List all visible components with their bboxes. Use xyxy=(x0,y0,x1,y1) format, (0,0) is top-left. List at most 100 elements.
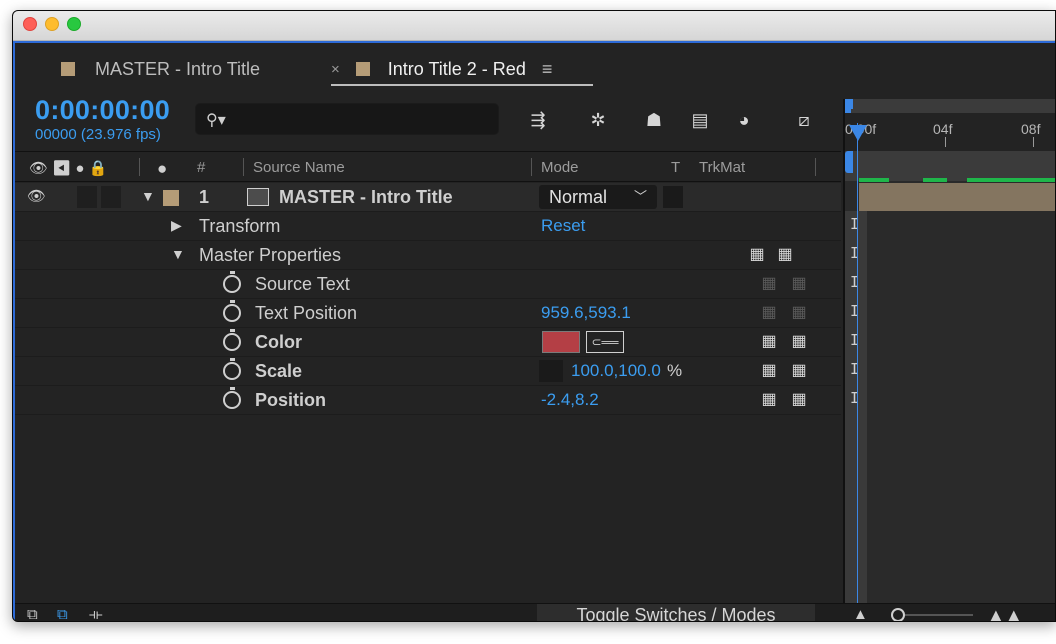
tab-label: Intro Title 2 - Red xyxy=(387,58,526,79)
work-area-bar[interactable] xyxy=(845,99,1055,113)
cti-top-marker xyxy=(847,99,853,109)
minimize-window-button[interactable] xyxy=(45,17,59,31)
expand-arrow-icon[interactable]: ▼ xyxy=(141,188,155,204)
push-icon[interactable]: ▦ xyxy=(759,361,779,381)
expand-arrow-icon[interactable]: ▼ xyxy=(171,246,185,262)
property-label: Position xyxy=(255,390,326,410)
cache-indicator xyxy=(923,178,947,182)
layer-name[interactable]: MASTER - Intro Title xyxy=(279,187,453,208)
blend-mode-select[interactable]: Normal ﹀ xyxy=(539,185,657,209)
property-label: Source Text xyxy=(255,274,350,294)
zoom-out-icon[interactable]: ▲ xyxy=(853,604,868,621)
timeline-panel: MASTER - Intro Title × Intro Title 2 - R… xyxy=(13,41,1055,621)
pull-icon[interactable]: ▦ xyxy=(789,332,809,352)
keyframe-column: I I I I I I I xyxy=(845,211,867,603)
property-color[interactable]: Color ⊂══ ▦ ▦ xyxy=(15,328,841,357)
push-icon: ▦ xyxy=(761,275,777,292)
search-field[interactable]: ⚲▾ xyxy=(195,103,499,135)
stopwatch-icon[interactable] xyxy=(223,358,241,380)
property-group-master[interactable]: ▼ Master Properties ▦ ▦ xyxy=(15,241,841,270)
property-text-position[interactable]: Text Position 959.6,593.1 ▦ ▦ xyxy=(15,299,841,328)
property-label: Transform xyxy=(199,216,281,236)
time-ruler[interactable]: 0:00f 04f 08f xyxy=(845,113,1055,151)
property-label: Scale xyxy=(255,361,303,381)
ae-window: MASTER - Intro Title × Intro Title 2 - R… xyxy=(12,10,1056,622)
in-out-icon[interactable]: ⟛ xyxy=(89,604,103,621)
layer-row[interactable]: 👁 ▼ 1 MASTER - Intro Title Normal ﹀ xyxy=(15,183,841,212)
pull-icon[interactable]: ▦ xyxy=(789,390,809,410)
layer-switches-icon[interactable]: ⧉ xyxy=(27,604,38,621)
stopwatch-icon[interactable] xyxy=(223,329,241,351)
column-header: 👁 ◀ ● 🔒 ● # Source Name Mode T TrkMat xyxy=(15,151,841,182)
av-features-icons: 👁 ◀ ● 🔒 xyxy=(29,160,108,177)
unit-label: % xyxy=(667,361,683,380)
ruler-label: 08f xyxy=(1021,121,1041,137)
zoom-in-icon[interactable]: ▲▲ xyxy=(987,604,1023,621)
transfer-controls-icon[interactable]: ⧉ xyxy=(57,604,68,621)
property-scale[interactable]: Scale 100.0,100.0 % ▦ ▦ xyxy=(15,357,841,386)
expand-arrow-icon[interactable]: ▶ xyxy=(171,217,182,234)
toggle-switches-modes-button[interactable]: Toggle Switches / Modes xyxy=(537,604,815,621)
current-time-display[interactable]: 0:00:00:00 xyxy=(35,95,170,126)
property-label: Master Properties xyxy=(199,245,342,265)
bottom-bar: ⧉ ⧉ ⟛ Toggle Switches / Modes ▲ ▲▲ xyxy=(15,603,1055,621)
tab-master-intro-title[interactable]: MASTER - Intro Title xyxy=(61,55,260,83)
zoom-window-button[interactable] xyxy=(67,17,81,31)
column-separator xyxy=(139,158,140,176)
cti-band-marker xyxy=(845,151,853,173)
timeline-area[interactable]: 0:00f 04f 08f I I I I I I I xyxy=(843,99,1055,603)
preserve-transparency-switch[interactable] xyxy=(663,186,683,208)
zoom-slider-track[interactable] xyxy=(899,614,973,616)
push-icon[interactable]: ▦ xyxy=(759,332,779,352)
constrain-proportions-toggle[interactable] xyxy=(539,360,563,382)
pull-icon: ▦ xyxy=(791,275,807,292)
tab-bar: MASTER - Intro Title × Intro Title 2 - R… xyxy=(15,43,1055,99)
composition-icon xyxy=(247,188,269,206)
column-number: # xyxy=(197,159,206,176)
property-value[interactable]: 959.6,593.1 xyxy=(541,303,631,323)
stopwatch-icon[interactable] xyxy=(223,387,241,409)
close-window-button[interactable] xyxy=(23,17,37,31)
property-value[interactable]: 100.0,100.0 xyxy=(571,361,661,381)
current-time-indicator-head[interactable] xyxy=(849,125,867,141)
graph-editor-icon[interactable]: ⧄ xyxy=(791,107,817,133)
layer-duration-bar[interactable] xyxy=(859,183,1055,211)
draft-3d-icon[interactable]: ✲ xyxy=(585,107,611,133)
pull-icon: ▦ xyxy=(791,304,807,321)
push-icon[interactable]: ▦ xyxy=(759,390,779,410)
property-group-transform[interactable]: ▶ Transform Reset xyxy=(15,212,841,241)
current-time-indicator[interactable] xyxy=(857,123,858,603)
close-tab-icon[interactable]: × xyxy=(331,61,340,78)
stopwatch-icon[interactable] xyxy=(223,271,241,293)
column-mode[interactable]: Mode xyxy=(541,159,579,176)
stopwatch-icon[interactable] xyxy=(223,300,241,322)
zoom-slider-knob[interactable] xyxy=(891,608,905,621)
push-icon[interactable]: ▦ xyxy=(747,245,767,265)
panel-menu-icon[interactable]: ≡ xyxy=(542,59,553,80)
shy-layers-icon[interactable]: ☗ xyxy=(641,107,667,133)
pull-icon[interactable]: ▦ xyxy=(775,245,795,265)
property-value[interactable]: -2.4,8.2 xyxy=(541,390,599,410)
push-icon: ▦ xyxy=(761,304,777,321)
column-separator xyxy=(815,158,816,176)
tab-intro-title-2-red[interactable]: × Intro Title 2 - Red ≡ xyxy=(331,55,552,83)
visibility-eye-icon[interactable]: 👁 xyxy=(27,187,46,205)
comp-flowchart-icon[interactable]: ⇶ xyxy=(525,107,551,133)
reset-link[interactable]: Reset xyxy=(541,216,585,236)
property-source-text[interactable]: Source Text ▦ ▦ xyxy=(15,270,841,299)
column-trkmat[interactable]: TrkMat xyxy=(699,159,745,176)
eyedropper-icon[interactable]: ⊂══ xyxy=(586,331,624,353)
label-color-swatch[interactable] xyxy=(163,190,179,206)
lock-switch[interactable] xyxy=(101,186,121,208)
column-source-name[interactable]: Source Name xyxy=(253,159,345,176)
property-label: Text Position xyxy=(255,303,358,323)
column-separator xyxy=(531,158,532,176)
column-separator xyxy=(243,158,244,176)
property-position[interactable]: Position -2.4,8.2 ▦ ▦ xyxy=(15,386,841,415)
pull-icon[interactable]: ▦ xyxy=(789,361,809,381)
solo-switch[interactable] xyxy=(77,186,97,208)
frame-blending-icon[interactable]: ▤ xyxy=(687,107,713,133)
ruler-tick xyxy=(1033,137,1034,147)
color-swatch[interactable] xyxy=(542,331,580,353)
motion-blur-icon[interactable]: ◕ xyxy=(731,107,757,133)
